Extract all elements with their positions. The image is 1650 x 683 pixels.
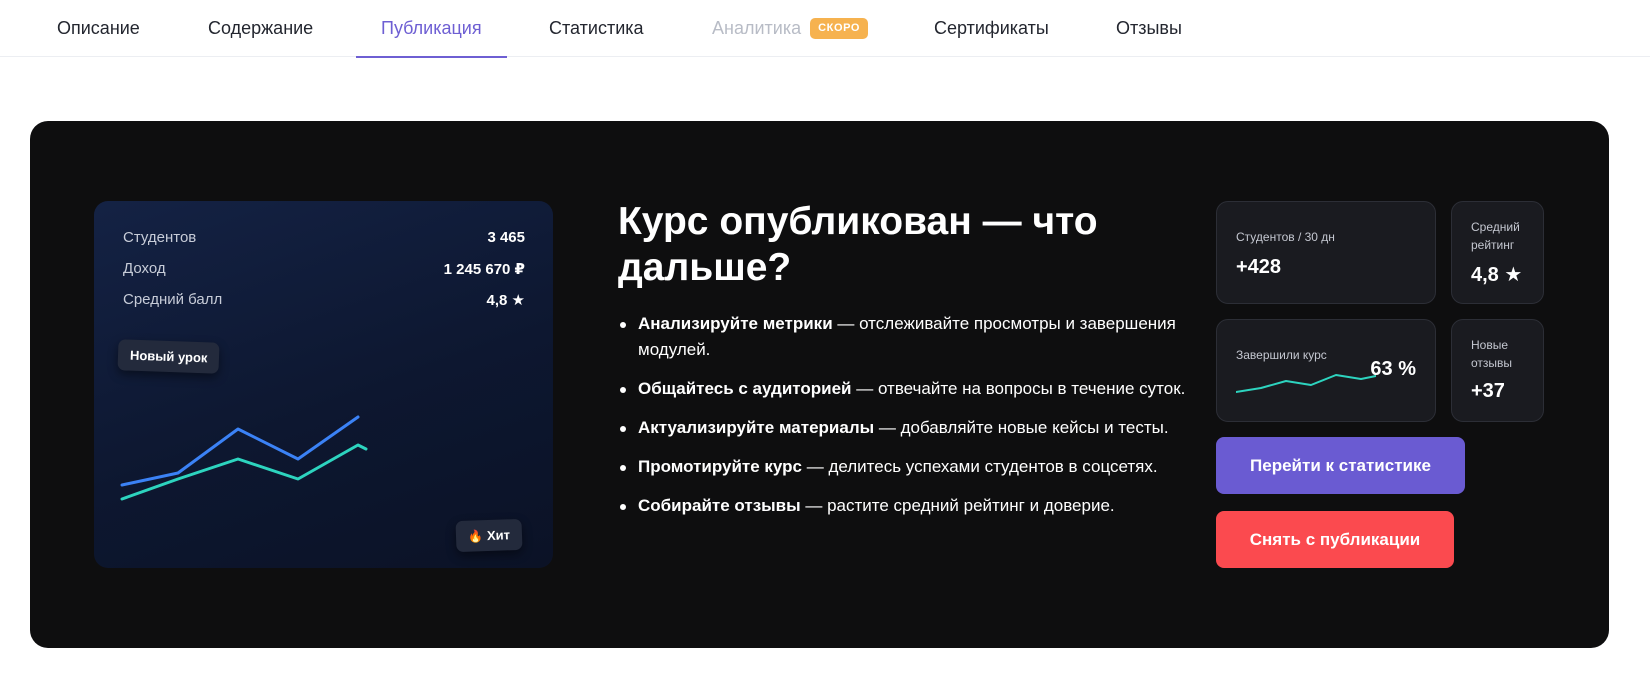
preview-row-label: Доход	[123, 260, 166, 277]
completed-card: Завершили курс 63 %	[1216, 319, 1436, 422]
go-to-statistics-button[interactable]: Перейти к статистике	[1216, 437, 1465, 494]
preview-row-score: Средний балл 4,8 ★	[123, 291, 525, 309]
fire-icon: 🔥	[467, 529, 484, 544]
preview-line-chart	[120, 415, 368, 501]
list-item: Общайтесь с аудиторией — отвечайте на во…	[618, 376, 1188, 402]
stat-value: +428	[1236, 256, 1282, 278]
tab-reviews[interactable]: Отзывы	[1116, 0, 1182, 57]
list-item: Анализируйте метрики — отслеживайте прос…	[618, 311, 1188, 363]
tab-analytics: Аналитика СКОРО	[712, 0, 869, 57]
next-steps-list: Анализируйте метрики — отслеживайте прос…	[618, 311, 1188, 519]
teal-trend-line	[120, 443, 368, 501]
preview-row-value: 1 245 670 ₽	[443, 261, 525, 278]
stat-value: 4,8 ★	[1471, 264, 1523, 286]
avg-rating-card: Средний рейтинг 4,8 ★	[1451, 201, 1544, 304]
tab-label: Аналитика	[712, 18, 802, 38]
list-item: Промотируйте курс — делитесь успехами ст…	[618, 454, 1188, 480]
course-tabs: Описание Содержание Публикация Статистик…	[0, 0, 1650, 58]
stat-label: Завершили курс	[1236, 348, 1327, 362]
stat-value: 63 %	[1370, 358, 1416, 380]
completed-sparkline	[1236, 374, 1376, 393]
list-item-bold: Промотируйте курс	[638, 457, 802, 476]
hero-title: Курс опубликован — что дальше?	[618, 200, 1098, 289]
next-steps: Курс опубликован — что дальше? Анализиру…	[618, 199, 1188, 532]
preview-row-value: 3 465	[487, 229, 525, 246]
tab-label: Публикация	[381, 18, 482, 38]
course-preview-card: Студентов 3 465 Доход 1 245 670 ₽ Средни…	[94, 201, 553, 568]
tab-label: Статистика	[549, 18, 644, 38]
list-item-text: — добавляйте новые кейсы и тесты.	[874, 418, 1169, 437]
publication-hero: Студентов 3 465 Доход 1 245 670 ₽ Средни…	[30, 121, 1609, 648]
list-item: Собирайте отзывы — растите средний рейти…	[618, 493, 1188, 519]
list-item-text: — отвечайте на вопросы в течение суток.	[851, 379, 1186, 398]
tab-label: Содержание	[208, 18, 314, 38]
hit-chip-label: Хит	[486, 527, 511, 544]
list-item-bold: Собирайте отзывы	[638, 496, 801, 515]
preview-row-revenue: Доход 1 245 670 ₽	[123, 260, 525, 278]
preview-row-value: 4,8 ★	[486, 292, 525, 309]
stat-label: Новые отзывы	[1471, 338, 1513, 370]
preview-row-students: Студентов 3 465	[123, 229, 525, 246]
stat-label: Студентов / 30 дн	[1236, 230, 1335, 244]
list-item-bold: Анализируйте метрики	[638, 314, 833, 333]
students-30d-card: Студентов / 30 дн +428	[1216, 201, 1436, 304]
preview-row-label: Средний балл	[123, 291, 223, 308]
hit-chip: 🔥 Хит	[455, 518, 523, 553]
new-reviews-card: Новые отзывы +37	[1451, 319, 1544, 422]
tab-content[interactable]: Содержание	[208, 0, 313, 57]
blue-trend-line	[120, 415, 360, 487]
list-item: Актуализируйте материалы — добавляйте но…	[618, 415, 1188, 441]
tab-statistics[interactable]: Статистика	[549, 0, 644, 57]
preview-row-label: Студентов	[123, 229, 197, 246]
tab-label: Сертификаты	[934, 18, 1049, 38]
list-item-bold: Общайтесь с аудиторией	[638, 379, 852, 398]
coming-soon-badge: СКОРО	[810, 18, 869, 39]
tab-description[interactable]: Описание	[57, 0, 140, 57]
unpublish-button[interactable]: Снять с публикации	[1216, 511, 1454, 568]
list-item-text: — делитесь успехами студентов в соцсетях…	[802, 457, 1158, 476]
list-item-text: — растите средний рейтинг и доверие.	[800, 496, 1115, 515]
new-lesson-chip: Новый урок	[117, 339, 220, 374]
tab-certificates[interactable]: Сертификаты	[934, 0, 1049, 57]
stat-label: Средний рейтинг	[1471, 220, 1520, 252]
tab-label: Описание	[57, 18, 140, 38]
list-item-bold: Актуализируйте материалы	[638, 418, 875, 437]
tab-label: Отзывы	[1116, 18, 1182, 38]
stat-value: +37	[1471, 380, 1505, 402]
tab-publication[interactable]: Публикация	[356, 0, 507, 58]
